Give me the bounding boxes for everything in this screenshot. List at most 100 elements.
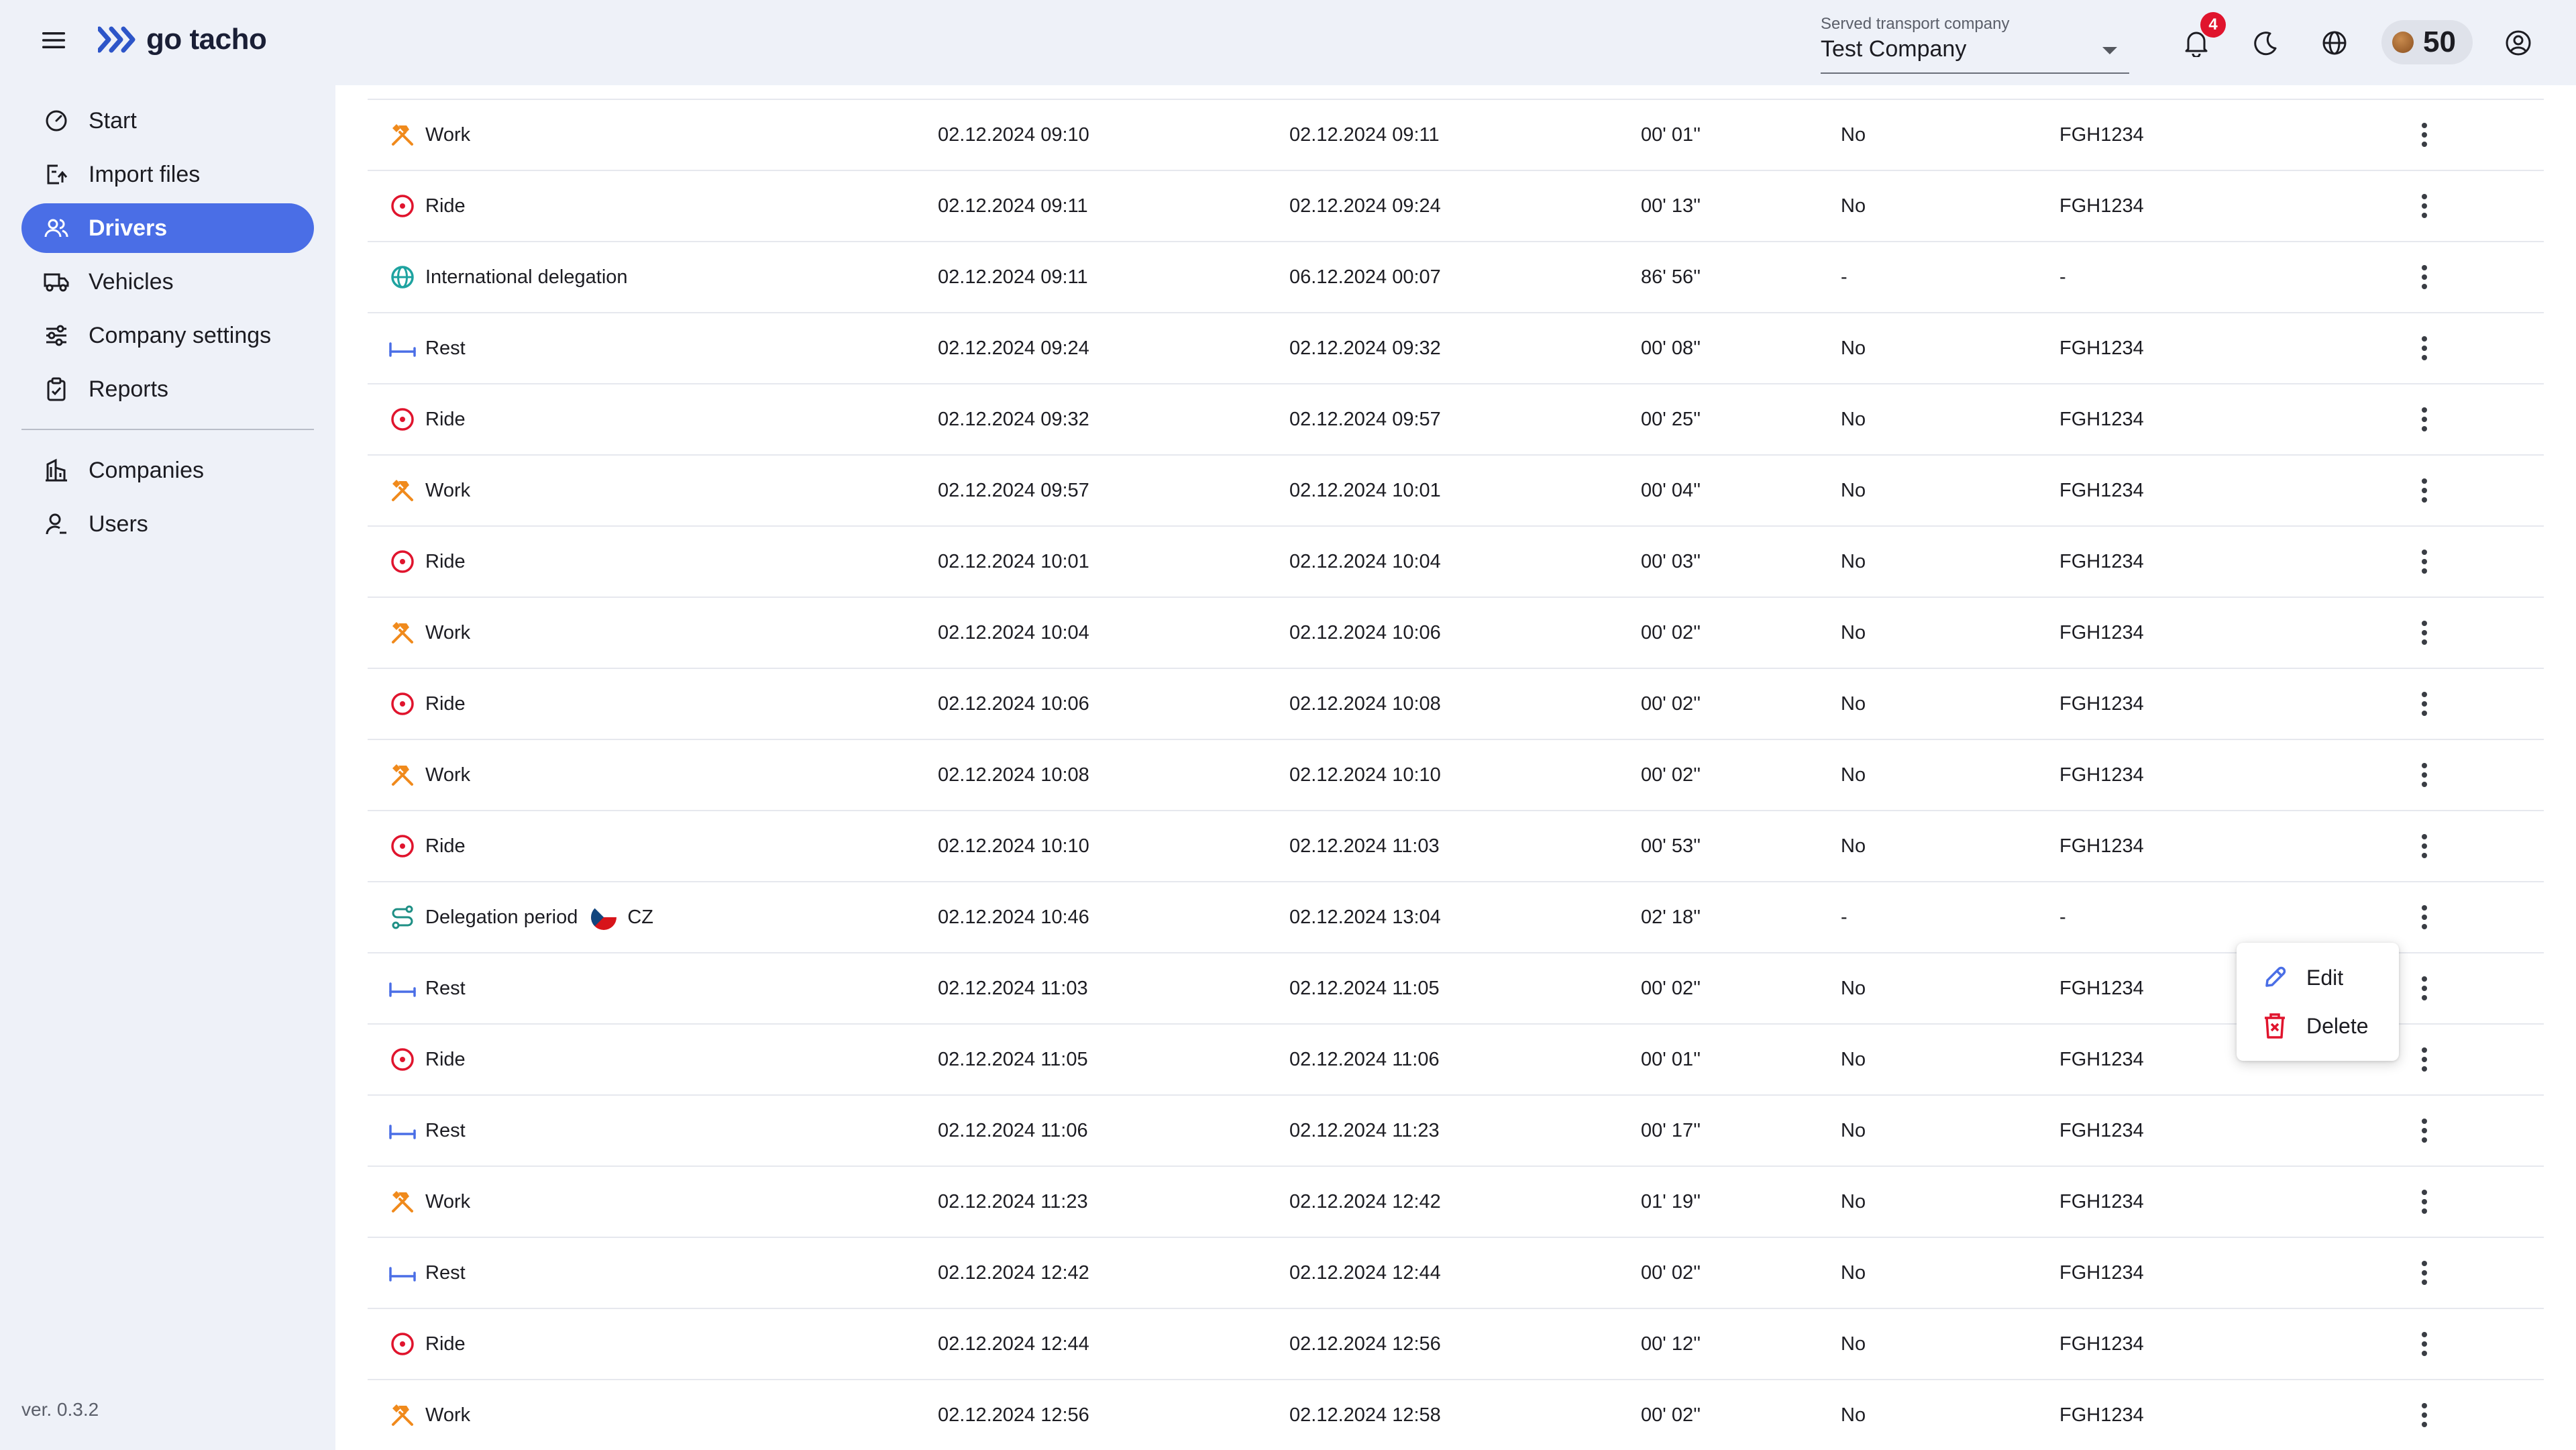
globe-icon[interactable] <box>2317 25 2352 60</box>
table-row[interactable]: Ride 02.12.2024 10:10 02.12.2024 11:03 0… <box>368 810 2544 881</box>
table-row[interactable]: Work 02.12.2024 09:57 02.12.2024 10:01 0… <box>368 454 2544 525</box>
clipboard-icon <box>42 374 71 404</box>
more-vertical-icon[interactable] <box>2407 171 2442 241</box>
more-vertical-icon[interactable] <box>2407 953 2442 1023</box>
table-row[interactable]: Ride 02.12.2024 12:44 02.12.2024 12:56 0… <box>368 1308 2544 1379</box>
activity-cell: Rest <box>388 953 466 1023</box>
more-vertical-icon[interactable] <box>2407 456 2442 525</box>
czech-flag-icon <box>591 904 617 930</box>
activity-label: Work <box>425 764 471 786</box>
end-time: 02.12.2024 11:05 <box>1289 977 1440 999</box>
table-row[interactable]: Work 02.12.2024 12:56 02.12.2024 12:58 0… <box>368 1379 2544 1450</box>
manual-entry: No <box>1841 1404 1866 1426</box>
table-row[interactable]: Ride 02.12.2024 11:05 02.12.2024 11:06 0… <box>368 1023 2544 1094</box>
sidebar-item-reports[interactable]: Reports <box>21 364 314 414</box>
more-vertical-icon[interactable] <box>2407 598 2442 668</box>
manual-entry: No <box>1841 123 1866 146</box>
manual-entry: No <box>1841 1048 1866 1070</box>
account-icon[interactable] <box>2501 25 2536 60</box>
bed-icon <box>388 974 417 1003</box>
sidebar-item-import-files[interactable]: Import files <box>21 150 314 199</box>
end-time: 02.12.2024 12:42 <box>1289 1190 1441 1212</box>
company-select[interactable]: Served transport company Test Company <box>1821 12 2129 74</box>
start-time: 02.12.2024 12:44 <box>938 1333 1089 1355</box>
sidebar-item-companies[interactable]: Companies <box>21 446 314 495</box>
bed-icon <box>388 1258 417 1288</box>
menu-icon[interactable] <box>38 24 70 56</box>
manual-entry: No <box>1841 764 1866 786</box>
start-time: 02.12.2024 09:11 <box>938 266 1088 288</box>
table-row[interactable]: Ride 02.12.2024 10:01 02.12.2024 10:04 0… <box>368 525 2544 597</box>
sidebar-item-company-settings[interactable]: Company settings <box>21 311 314 360</box>
sidebar-item-vehicles[interactable]: Vehicles <box>21 257 314 307</box>
more-vertical-icon[interactable] <box>2407 882 2442 952</box>
vehicle-registration: FGH1234 <box>2059 195 2144 217</box>
more-vertical-icon[interactable] <box>2407 1096 2442 1166</box>
table-row[interactable]: Delegation period CZ 02.12.2024 10:46 02… <box>368 881 2544 952</box>
activity-cell: Rest <box>388 313 466 383</box>
sidebar-item-drivers[interactable]: Drivers <box>21 203 314 253</box>
table-row[interactable]: Work 02.12.2024 11:23 02.12.2024 12:42 0… <box>368 1166 2544 1237</box>
bed-icon <box>388 1116 417 1145</box>
more-vertical-icon[interactable] <box>2407 384 2442 454</box>
start-time: 02.12.2024 09:11 <box>938 195 1088 217</box>
more-vertical-icon[interactable] <box>2407 1167 2442 1237</box>
activity-label: Ride <box>425 692 466 715</box>
more-vertical-icon[interactable] <box>2407 1025 2442 1094</box>
more-vertical-icon[interactable] <box>2407 1238 2442 1308</box>
vehicle-registration: FGH1234 <box>2059 550 2144 572</box>
app-logo[interactable]: go tacho <box>98 23 267 56</box>
sidebar-item-label: Vehicles <box>89 268 174 295</box>
table-row[interactable]: Ride 02.12.2024 09:11 02.12.2024 09:24 0… <box>368 170 2544 241</box>
company-select-label: Served transport company <box>1821 15 2010 33</box>
sidebar-item-start[interactable]: Start <box>21 96 314 146</box>
dark-mode-icon[interactable] <box>2249 25 2284 60</box>
delete-menu-item[interactable]: Delete <box>2237 1002 2399 1050</box>
table-row[interactable]: Work 02.12.2024 10:04 02.12.2024 10:06 0… <box>368 597 2544 668</box>
delete-label: Delete <box>2306 1013 2369 1038</box>
activity-label: Ride <box>425 1333 466 1355</box>
manual-entry: No <box>1841 1119 1866 1141</box>
vehicle-registration: - <box>2059 906 2066 928</box>
ride-circle-icon <box>388 547 417 576</box>
edit-menu-item[interactable]: Edit <box>2237 953 2399 1002</box>
more-vertical-icon[interactable] <box>2407 811 2442 881</box>
more-vertical-icon[interactable] <box>2407 669 2442 739</box>
more-vertical-icon[interactable] <box>2407 100 2442 170</box>
manual-entry: No <box>1841 977 1866 999</box>
more-vertical-icon[interactable] <box>2407 527 2442 597</box>
table-row[interactable]: Ride 02.12.2024 09:32 02.12.2024 09:57 0… <box>368 383 2544 454</box>
sidebar-item-label: Import files <box>89 161 201 187</box>
start-time: 02.12.2024 10:46 <box>938 906 1089 928</box>
end-time: 02.12.2024 09:24 <box>1289 195 1441 217</box>
more-vertical-icon[interactable] <box>2407 242 2442 312</box>
table-row[interactable]: Rest 02.12.2024 11:06 02.12.2024 11:23 0… <box>368 1094 2544 1166</box>
more-vertical-icon[interactable] <box>2407 740 2442 810</box>
end-time: 02.12.2024 10:08 <box>1289 692 1441 715</box>
table-row[interactable]: Ride 02.12.2024 10:06 02.12.2024 10:08 0… <box>368 668 2544 739</box>
duration: 00' 02'' <box>1641 621 1701 643</box>
table-row[interactable]: International delegation 02.12.2024 09:1… <box>368 241 2544 312</box>
more-vertical-icon[interactable] <box>2407 1380 2442 1450</box>
duration: 00' 01'' <box>1641 1048 1701 1070</box>
vehicle-registration: - <box>2059 266 2066 288</box>
vehicle-registration: FGH1234 <box>2059 1261 2144 1284</box>
credits-badge[interactable]: 50 <box>2381 20 2473 64</box>
table-row[interactable]: Rest 02.12.2024 09:24 02.12.2024 09:32 0… <box>368 312 2544 383</box>
table-row[interactable]: Rest 02.12.2024 11:03 02.12.2024 11:05 0… <box>368 952 2544 1023</box>
table-row[interactable]: Work 02.12.2024 09:10 02.12.2024 09:11 0… <box>368 99 2544 170</box>
more-vertical-icon[interactable] <box>2407 1309 2442 1379</box>
duration: 00' 03'' <box>1641 550 1701 572</box>
table-row[interactable]: Rest 02.12.2024 12:42 02.12.2024 12:44 0… <box>368 1237 2544 1308</box>
start-time: 02.12.2024 11:23 <box>938 1190 1088 1212</box>
end-time: 02.12.2024 12:56 <box>1289 1333 1441 1355</box>
end-time: 02.12.2024 13:04 <box>1289 906 1441 928</box>
table-row[interactable]: Work 02.12.2024 10:08 02.12.2024 10:10 0… <box>368 739 2544 810</box>
sidebar-item-label: Users <box>89 511 148 537</box>
more-vertical-icon[interactable] <box>2407 313 2442 383</box>
activity-label: Ride <box>425 550 466 572</box>
activity-cell: Ride <box>388 1025 466 1094</box>
sidebar-item-users[interactable]: Users <box>21 499 314 549</box>
activity-cell: Work <box>388 1167 470 1237</box>
activity-cell: Ride <box>388 811 466 881</box>
